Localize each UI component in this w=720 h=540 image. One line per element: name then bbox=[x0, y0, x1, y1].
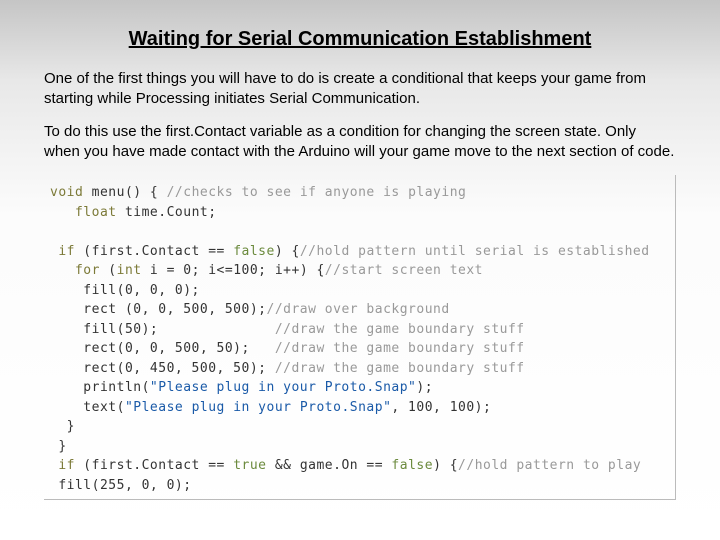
code-keyword: if bbox=[50, 244, 75, 259]
code-comment: //draw the game boundary stuff bbox=[275, 361, 525, 376]
code-text: ); bbox=[416, 380, 433, 395]
code-text: && game.On == bbox=[267, 458, 392, 473]
code-keyword: for bbox=[50, 263, 100, 278]
code-text: (first.Contact == bbox=[75, 244, 233, 259]
code-text: fill(255, 0, 0); bbox=[50, 478, 192, 493]
code-text: ) { bbox=[275, 244, 300, 259]
code-keyword: int bbox=[117, 263, 142, 278]
code-comment: //start screen text bbox=[325, 263, 483, 278]
code-string: "Please plug in your Proto.Snap" bbox=[125, 400, 391, 415]
code-text: println( bbox=[50, 380, 150, 395]
code-comment: //hold pattern to play bbox=[458, 458, 641, 473]
code-comment: //draw the game boundary stuff bbox=[275, 341, 525, 356]
code-literal: true bbox=[233, 458, 266, 473]
code-comment: //hold pattern until serial is establish… bbox=[300, 244, 650, 259]
code-text: ) { bbox=[433, 458, 458, 473]
code-text: rect (0, 0, 500, 500); bbox=[50, 302, 267, 317]
code-literal: false bbox=[233, 244, 275, 259]
code-keyword: if bbox=[50, 458, 75, 473]
code-comment: //draw over background bbox=[267, 302, 450, 317]
code-text: fill(50); bbox=[50, 322, 275, 337]
code-keyword: void bbox=[50, 185, 83, 200]
code-text: fill(0, 0, 0); bbox=[50, 283, 200, 298]
code-comment: //checks to see if anyone is playing bbox=[167, 185, 467, 200]
code-text: ( bbox=[100, 263, 117, 278]
code-comment: //draw the game boundary stuff bbox=[275, 322, 525, 337]
code-text: rect(0, 0, 500, 50); bbox=[50, 341, 275, 356]
slide: Waiting for Serial Communication Establi… bbox=[0, 0, 720, 540]
intro-paragraph-1: One of the first things you will have to… bbox=[44, 69, 676, 108]
code-text: } bbox=[50, 439, 67, 454]
code-text: rect(0, 450, 500, 50); bbox=[50, 361, 275, 376]
code-text: i = 0; i<=100; i++) { bbox=[142, 263, 325, 278]
intro-paragraph-2: To do this use the first.Contact variabl… bbox=[44, 122, 676, 161]
code-text: (first.Contact == bbox=[75, 458, 233, 473]
code-string: "Please plug in your Proto.Snap" bbox=[150, 380, 416, 395]
code-text: text( bbox=[50, 400, 125, 415]
code-snippet: void menu() { //checks to see if anyone … bbox=[44, 175, 676, 500]
code-text: } bbox=[50, 419, 75, 434]
code-keyword: float bbox=[50, 205, 117, 220]
slide-title: Waiting for Serial Communication Establi… bbox=[44, 28, 676, 51]
code-text: time.Count; bbox=[117, 205, 217, 220]
code-literal: false bbox=[391, 458, 433, 473]
code-text: menu() { bbox=[83, 185, 166, 200]
code-text: , 100, 100); bbox=[391, 400, 491, 415]
